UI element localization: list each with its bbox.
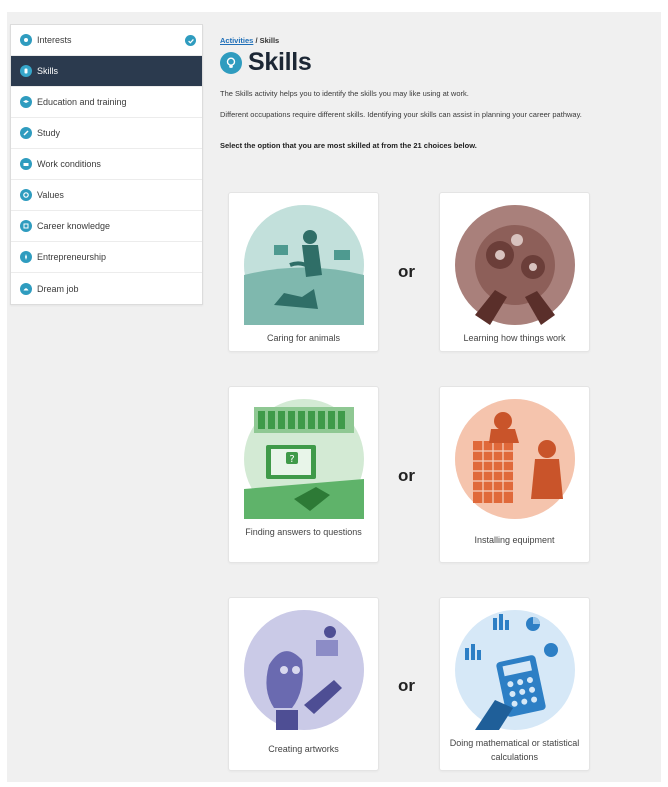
- sidebar-item-entrepreneurship[interactable]: Entrepreneurship: [11, 242, 202, 273]
- sidebar-item-skills[interactable]: Skills: [11, 56, 202, 87]
- or-separator: or: [398, 466, 415, 485]
- choice-card-caring-for-animals[interactable]: Caring for animals: [228, 192, 379, 352]
- caring-for-animals-illustration: [244, 205, 364, 325]
- choice-card-installing-equipment[interactable]: Installing equipment: [439, 386, 590, 563]
- choice-label: Installing equipment: [474, 535, 555, 545]
- dream-job-icon: [20, 282, 32, 295]
- sidebar-item-values[interactable]: Values: [11, 180, 202, 211]
- sidebar-item-label: Values: [37, 190, 64, 200]
- mathematical-calculations-illustration: [455, 610, 575, 730]
- sidebar-item-education[interactable]: Education and training: [11, 87, 202, 118]
- sidebar-item-label: Career knowledge: [37, 221, 111, 231]
- activities-sidebar: Interests Skills Education and training …: [10, 24, 203, 305]
- choice-card-finding-answers[interactable]: ? Finding answers to questions: [228, 386, 379, 563]
- completed-check-icon: [185, 35, 196, 46]
- sidebar-item-label: Study: [37, 128, 61, 138]
- sidebar-item-label: Skills: [37, 66, 59, 76]
- page-title: Skills: [248, 48, 312, 76]
- choice-label: Doing mathematical or statistical calcul…: [449, 738, 580, 762]
- creating-artworks-illustration: [244, 610, 364, 730]
- choice-label: Creating artworks: [268, 744, 339, 754]
- skills-icon: [20, 65, 32, 77]
- sidebar-item-career-knowledge[interactable]: Career knowledge: [11, 211, 202, 242]
- sidebar-item-label: Dream job: [37, 283, 79, 294]
- sidebar-item-label: Entrepreneurship: [37, 252, 107, 262]
- work-conditions-icon: [20, 158, 32, 170]
- or-separator: or: [398, 676, 415, 695]
- page-description-secondary: Different occupations require different …: [220, 110, 582, 119]
- installing-equipment-illustration: [455, 399, 575, 519]
- education-icon: [20, 96, 32, 108]
- sidebar-item-study[interactable]: Study: [11, 118, 202, 149]
- sidebar-item-interests[interactable]: Interests: [11, 25, 202, 56]
- choice-card-learning-how-things-work[interactable]: Learning how things work: [439, 192, 590, 352]
- breadcrumb-activities-link[interactable]: Activities: [220, 36, 253, 45]
- sidebar-item-dream-job[interactable]: Dream job: [11, 273, 202, 304]
- page-description: The Skills activity helps you to identif…: [220, 89, 469, 98]
- study-icon: [20, 127, 32, 139]
- choice-card-creating-artworks[interactable]: Creating artworks: [228, 597, 379, 771]
- sidebar-item-label: Education and training: [37, 97, 127, 107]
- choice-label: Finding answers to questions: [245, 527, 362, 537]
- sidebar-item-work-conditions[interactable]: Work conditions: [11, 149, 202, 180]
- choice-label: Learning how things work: [463, 333, 566, 343]
- svg-text:?: ?: [289, 454, 294, 465]
- finding-answers-illustration: ?: [244, 399, 364, 519]
- choice-label: Caring for animals: [266, 333, 341, 343]
- choice-card-mathematical-calculations[interactable]: Doing mathematical or statistical calcul…: [439, 597, 590, 771]
- career-knowledge-icon: [20, 220, 32, 232]
- or-separator: or: [398, 262, 415, 281]
- interests-icon: [20, 34, 32, 46]
- learning-how-things-work-illustration: [455, 205, 575, 325]
- selection-prompt: Select the option that you are most skil…: [220, 141, 477, 150]
- sidebar-item-label: Interests: [37, 35, 72, 45]
- sidebar-item-label: Work conditions: [37, 159, 101, 169]
- page-header: Skills: [220, 48, 312, 77]
- breadcrumb-current: Skills: [259, 36, 280, 45]
- lightbulb-icon: [220, 51, 242, 74]
- breadcrumb: Activities / Skills: [220, 36, 279, 45]
- entrepreneurship-icon: [20, 251, 32, 263]
- values-icon: [20, 189, 32, 201]
